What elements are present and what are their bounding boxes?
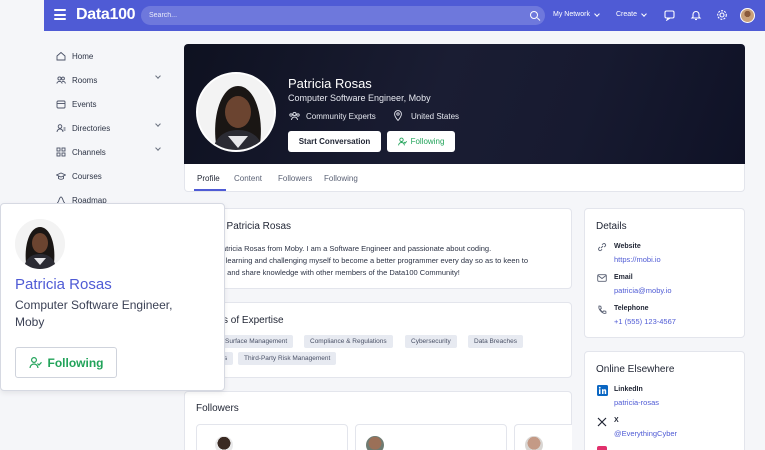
following-label: Following <box>410 137 445 146</box>
popup-portrait <box>15 219 65 269</box>
sidebar-item-label: Events <box>72 100 97 109</box>
x-label: X <box>614 417 619 424</box>
sidebar-item-home[interactable]: Home <box>44 44 174 68</box>
telephone-label: Telephone <box>614 305 649 312</box>
grid-icon <box>56 147 66 157</box>
top-bar: Data100 My Network Create <box>44 0 765 31</box>
about-line: t and share knowledge with other members… <box>223 268 460 277</box>
about-line: atricia Rosas from Moby. I am a Software… <box>222 244 492 253</box>
popup-following-button[interactable]: Following <box>15 347 117 378</box>
chevron-down-icon <box>641 10 647 17</box>
chevron-down-icon[interactable] <box>155 121 161 127</box>
x-icon[interactable] <box>597 417 607 427</box>
expertise-tag[interactable]: Compliance & Regulations <box>304 335 393 348</box>
my-network-menu[interactable]: My Network <box>553 10 600 18</box>
follower-item[interactable] <box>514 424 572 450</box>
sidebar-item-courses[interactable]: Courses <box>44 164 174 188</box>
popup-title: Computer Software Engineer, Moby <box>15 298 173 329</box>
about-text: atricia Rosas from Moby. I am a Software… <box>196 243 566 279</box>
gear-icon[interactable] <box>716 9 728 21</box>
search-icon[interactable] <box>530 11 538 19</box>
tab-followers[interactable]: Followers <box>278 174 312 183</box>
follower-item[interactable] <box>196 424 348 450</box>
sidebar-item-events[interactable]: Events <box>44 92 174 116</box>
tab-profile[interactable]: Profile <box>197 174 220 183</box>
avatar <box>525 436 543 450</box>
telephone-link[interactable]: +1 (555) 123-4567 <box>614 317 676 326</box>
bell-icon[interactable] <box>690 9 702 21</box>
phone-icon <box>598 305 607 314</box>
chevron-down-icon <box>594 10 600 17</box>
mail-icon <box>597 274 607 282</box>
details-title: Details <box>596 221 627 232</box>
menu-icon[interactable] <box>54 9 66 21</box>
email-link[interactable]: patricia@moby.io <box>614 286 672 295</box>
search-box[interactable] <box>141 6 545 25</box>
sidebar-item-label: Channels <box>72 148 106 157</box>
sidebar: Home Rooms Events Directories Channels C… <box>44 44 174 212</box>
directory-icon <box>56 124 66 133</box>
following-button[interactable]: Following <box>387 131 455 152</box>
avatar <box>215 436 233 450</box>
about-line: ntly learning and challenging myself to … <box>212 256 529 265</box>
calendar-icon <box>56 100 66 109</box>
active-tab-indicator <box>194 189 226 191</box>
start-conversation-button[interactable]: Start Conversation <box>288 131 381 152</box>
search-input[interactable] <box>149 8 519 23</box>
about-title: t Patricia Rosas <box>221 221 292 232</box>
user-check-icon <box>28 356 42 369</box>
instagram-icon[interactable] <box>597 446 607 450</box>
create-menu[interactable]: Create <box>616 10 647 18</box>
expertise-tag[interactable]: Cybersecurity <box>405 335 457 348</box>
logo[interactable]: Data100 <box>76 6 136 24</box>
expertise-title: s of Expertise <box>223 315 284 326</box>
community-label[interactable]: Community Experts <box>306 112 376 121</box>
linkedin-link[interactable]: patricia-rosas <box>614 398 659 407</box>
create-label: Create <box>616 11 638 18</box>
sidebar-item-directories[interactable]: Directories <box>44 116 174 140</box>
expertise-tag[interactable]: Third-Party Risk Management <box>238 352 337 365</box>
graduation-cap-icon <box>56 172 66 180</box>
profile-name: Patricia Rosas <box>288 76 372 91</box>
tab-following[interactable]: Following <box>324 174 358 183</box>
website-label: Website <box>614 243 641 250</box>
followers-title: Followers <box>196 403 239 414</box>
link-icon <box>598 243 607 252</box>
popup-name[interactable]: Patricia Rosas <box>15 276 112 293</box>
profile-title: Computer Software Engineer, Moby <box>288 93 431 103</box>
expertise-tag[interactable]: Data Breaches <box>468 335 523 348</box>
online-elsewhere-title: Online Elsewhere <box>596 364 675 375</box>
sidebar-item-label: Directories <box>72 124 111 133</box>
people-icon <box>56 76 66 84</box>
sidebar-item-label: Courses <box>72 172 102 181</box>
location-pin-icon <box>394 110 402 121</box>
sidebar-item-label: Home <box>72 52 94 61</box>
email-label: Email <box>614 274 633 281</box>
chat-icon[interactable] <box>664 9 676 21</box>
tab-content[interactable]: Content <box>234 174 262 183</box>
chevron-down-icon[interactable] <box>155 73 161 79</box>
user-check-icon <box>397 137 407 146</box>
linkedin-icon[interactable] <box>597 385 608 396</box>
location-label: United States <box>411 112 460 121</box>
my-network-label: My Network <box>553 11 590 18</box>
popup-following-label: Following <box>47 355 104 370</box>
community-icon <box>289 111 300 121</box>
follower-item[interactable] <box>355 424 507 450</box>
home-icon <box>56 51 66 61</box>
profile-photo <box>196 72 276 152</box>
sidebar-item-label: Rooms <box>72 76 98 85</box>
sidebar-item-rooms[interactable]: Rooms <box>44 68 174 92</box>
sidebar-item-channels[interactable]: Channels <box>44 140 174 164</box>
linkedin-label: LinkedIn <box>614 386 643 393</box>
popup-profile-photo <box>15 219 65 269</box>
chevron-down-icon[interactable] <box>155 145 161 151</box>
website-link[interactable]: https://mobi.io <box>614 255 661 264</box>
user-avatar[interactable] <box>740 8 755 23</box>
profile-tabs: Profile Content Followers Following <box>184 164 745 192</box>
avatar <box>366 436 384 450</box>
x-link[interactable]: @EverythingCyber <box>614 429 677 438</box>
